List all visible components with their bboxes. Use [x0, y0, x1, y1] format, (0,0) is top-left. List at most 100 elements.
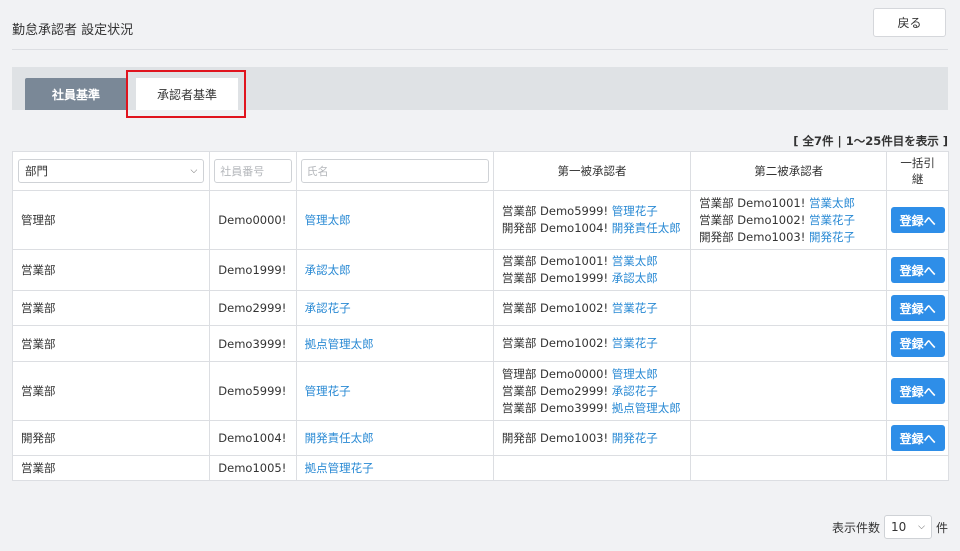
approver-entry: 営業部 Demo1002! 営業花子 [502, 300, 682, 317]
dept-cell-text: 開発部 [21, 431, 56, 445]
name-cell: 拠点管理太郎 [295, 325, 494, 362]
record-count: [ 全7件 | 1〜25件目を表示 ] [793, 134, 948, 148]
register-button[interactable]: 登録へ [890, 425, 945, 451]
register-button[interactable]: 登録へ [890, 207, 945, 233]
approver-prefix: 営業部 Demo1002! [501, 300, 609, 315]
approver-name-link[interactable]: 開発花子 [809, 230, 855, 244]
dept-cell-text: 営業部 [21, 461, 56, 475]
approver-entry: 開発部 Demo1003! 開発花子 [699, 229, 878, 246]
dept-cell-text: 営業部 [21, 336, 56, 351]
page-header: 勤怠承認者 設定状況 戻る [0, 0, 960, 50]
dept-filter-value: 部門 [25, 164, 48, 178]
dept-filter-cell: 部門 ⌵ [11, 151, 211, 191]
bulk-transfer-header: 一括引継 [886, 151, 949, 191]
approver-name-link[interactable]: 営業花子 [612, 301, 658, 315]
employee-name-link[interactable]: 承認太郎 [305, 263, 351, 277]
first-approver-cell: 営業部 Demo1001! 営業太郎 営業部 Demo1999! 承認太郎 [492, 249, 692, 291]
page-size-value: 10 [890, 520, 907, 534]
name-filter-cell [295, 151, 494, 191]
register-button[interactable]: 登録へ [890, 257, 945, 283]
emp-num-cell: Demo2999! [209, 290, 297, 326]
tab-employee-basis[interactable]: 社員基準 [25, 78, 127, 110]
emp-num-cell-text: Demo5999! [218, 384, 287, 398]
approver-name-link[interactable]: 開発花子 [612, 431, 658, 445]
dept-cell-text: 管理部 [21, 213, 56, 227]
register-button[interactable]: 登録へ [890, 295, 945, 321]
dept-cell: 営業部 [11, 361, 211, 421]
name-cell: 拠点管理花子 [295, 455, 494, 481]
employee-name-link[interactable]: 管理太郎 [305, 213, 351, 227]
table-row: 開発部 Demo1004! 開発責任太郎 開発部 Demo1003! 開発花子 登録へ [11, 420, 949, 456]
approver-prefix: 管理部 Demo0000! [501, 366, 609, 381]
first-approver-cell [492, 455, 692, 481]
approver-entry: 営業部 Demo1001! 営業太郎 [699, 195, 878, 212]
page-title: 勤怠承認者 設定状況 [12, 23, 134, 38]
approver-entry: 営業部 Demo2999! 承認花子 [502, 383, 682, 400]
approver-name-link[interactable]: 管理太郎 [612, 367, 658, 381]
employee-name-link[interactable]: 拠点管理太郎 [305, 337, 374, 351]
dept-filter-select[interactable]: 部門 ⌵ [18, 159, 205, 183]
bulk-transfer-cell: 登録へ [886, 325, 949, 362]
approver-prefix: 営業部 Demo2999! [501, 383, 609, 398]
emp-num-cell-text: Demo0000! [218, 213, 287, 227]
table-header-row: 部門 ⌵ 第一被承認者 第二被承認者 一括引継 [11, 151, 949, 191]
approver-prefix: 営業部 Demo1001! [699, 195, 806, 210]
approver-name-link[interactable]: 拠点管理太郎 [612, 401, 681, 415]
header-divider [12, 49, 948, 50]
emp-num-cell-text: Demo1999! [218, 263, 287, 277]
approver-entry: 管理部 Demo0000! 管理太郎 [502, 366, 682, 383]
first-approver-cell: 営業部 Demo5999! 管理花子 開発部 Demo1004! 開発責任太郎 [492, 190, 692, 250]
second-approver-cell [690, 361, 888, 421]
dept-cell: 開発部 [11, 420, 211, 456]
name-cell: 承認太郎 [295, 249, 494, 291]
employee-name-link[interactable]: 拠点管理花子 [305, 461, 374, 475]
first-approver-cell: 営業部 Demo1002! 営業花子 [492, 290, 692, 326]
approver-name-link[interactable]: 開発責任太郎 [612, 221, 681, 235]
bulk-transfer-cell: 登録へ [886, 290, 949, 326]
second-approver-cell [690, 290, 888, 326]
emp-num-filter-input[interactable] [214, 159, 292, 183]
approver-prefix: 開発部 Demo1003! [699, 229, 806, 244]
approver-prefix: 営業部 Demo1001! [501, 254, 609, 268]
table-row: 営業部 Demo1999! 承認太郎 営業部 Demo1001! 営業太郎 営業部 De… [11, 249, 949, 291]
table-row: 営業部 Demo1005! 拠点管理花子 [11, 455, 949, 481]
page-size-select[interactable]: 10 ⌵ [883, 515, 932, 539]
back-button[interactable]: 戻る [873, 8, 946, 37]
name-cell: 開発責任太郎 [295, 420, 494, 456]
page-size-unit: 件 [935, 520, 948, 535]
approver-name-link[interactable]: 管理花子 [612, 204, 658, 218]
register-button[interactable]: 登録へ [890, 378, 945, 404]
table-row: 営業部 Demo3999! 拠点管理太郎 営業部 Demo1002! 営業花子 登録へ [11, 325, 949, 362]
name-filter-input[interactable] [300, 159, 489, 183]
bulk-transfer-cell: 登録へ [886, 420, 949, 456]
dept-cell: 管理部 [11, 190, 211, 250]
approver-entry: 営業部 Demo1002! 営業花子 [699, 212, 878, 229]
approver-prefix: 営業部 Demo1002! [501, 336, 609, 350]
first-approver-cell: 営業部 Demo1002! 営業花子 [492, 325, 692, 362]
pager: 表示件数 10 ⌵ 件 [832, 515, 948, 539]
employee-name-link[interactable]: 管理花子 [305, 384, 351, 398]
approver-name-link[interactable]: 営業太郎 [809, 196, 855, 210]
approver-entry: 営業部 Demo3999! 拠点管理太郎 [502, 400, 682, 417]
table-body: 管理部 Demo0000! 管理太郎 営業部 Demo5999! 管理花子 開発部 De… [11, 190, 949, 481]
employee-name-link[interactable]: 開発責任太郎 [305, 431, 374, 445]
chevron-down-icon: ⌵ [190, 166, 198, 176]
approver-name-link[interactable]: 承認太郎 [612, 271, 658, 285]
approver-name-link[interactable]: 営業花子 [612, 336, 658, 350]
approver-name-link[interactable]: 承認花子 [612, 384, 658, 398]
approver-name-link[interactable]: 営業花子 [809, 213, 855, 227]
second-approver-header: 第二被承認者 [690, 151, 888, 191]
emp-num-cell: Demo1004! [209, 420, 297, 456]
approver-prefix: 営業部 Demo1002! [699, 212, 806, 227]
dept-cell: 営業部 [11, 455, 211, 481]
tab-highlight-box [126, 70, 246, 118]
emp-num-cell: Demo5999! [209, 361, 297, 421]
table-row: 営業部 Demo2999! 承認花子 営業部 Demo1002! 営業花子 登録へ [11, 290, 949, 326]
dept-cell: 営業部 [11, 325, 211, 362]
employee-name-link[interactable]: 承認花子 [305, 301, 351, 315]
name-cell: 管理太郎 [295, 190, 494, 250]
register-button[interactable]: 登録へ [890, 330, 945, 357]
approver-name-link[interactable]: 営業太郎 [612, 254, 658, 268]
emp-num-cell: Demo1005! [209, 455, 297, 481]
second-approver-cell [690, 455, 888, 481]
